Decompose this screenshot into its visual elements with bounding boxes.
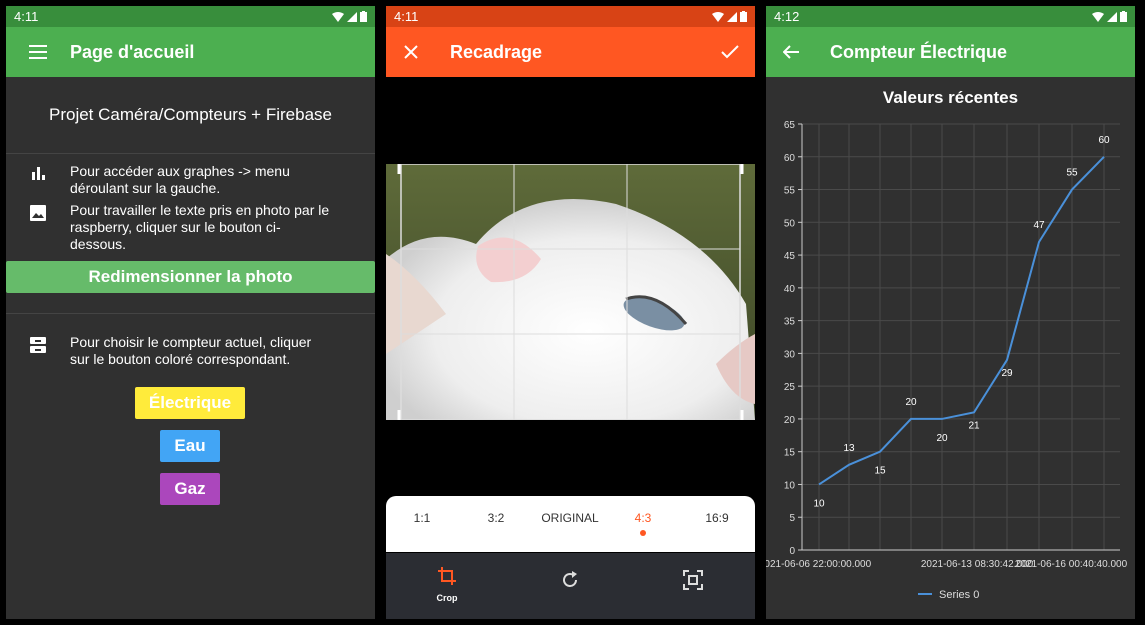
info-photo-text: Pour travailler le texte pris en photo p… xyxy=(70,202,330,252)
x-tick-label: 2021-06-16 00:40:40.000 xyxy=(1015,559,1128,570)
y-tick-label: 0 xyxy=(789,546,795,557)
app-bar: Recadrage xyxy=(386,27,755,77)
inbox-icon xyxy=(30,337,46,353)
data-label: 21 xyxy=(968,420,980,431)
app-bar: Page d'accueil xyxy=(6,27,375,77)
crop-icon xyxy=(438,567,456,585)
resize-photo-button[interactable]: Redimensionner la photo xyxy=(6,261,375,293)
y-tick-label: 50 xyxy=(784,218,796,229)
x-tick-label: 2021-06-06 22:00:00.000 xyxy=(766,559,872,570)
wifi-icon xyxy=(1092,11,1104,22)
chart-title: Valeurs récentes xyxy=(882,88,1019,107)
check-icon[interactable] xyxy=(705,45,755,59)
electric-button[interactable]: Électrique xyxy=(135,387,245,419)
rotate-icon[interactable] xyxy=(560,570,580,590)
ratio-original[interactable]: ORIGINAL xyxy=(541,511,598,525)
y-tick-label: 55 xyxy=(784,186,796,197)
gas-button[interactable]: Gaz xyxy=(160,473,220,505)
data-label: 29 xyxy=(1001,368,1013,379)
selected-dot xyxy=(640,530,646,536)
crop-toolbar: Crop xyxy=(386,553,755,619)
app-bar: Compteur Électrique xyxy=(766,27,1135,77)
status-bar: 4:11 xyxy=(386,6,755,27)
status-time: 4:11 xyxy=(394,9,419,24)
crop-label: Crop xyxy=(436,593,458,603)
ratio-4-3[interactable]: 4:3 xyxy=(635,511,652,525)
y-tick-label: 20 xyxy=(784,415,796,426)
divider xyxy=(6,153,375,154)
back-arrow-icon[interactable] xyxy=(766,45,816,59)
data-label: 10 xyxy=(813,498,825,509)
crop-screen: 4:11 Recadrage 1:1 3:2 ORIGINAL 4:3 16:9… xyxy=(386,6,755,619)
ratio-16-9[interactable]: 16:9 xyxy=(705,511,728,525)
page-title: Page d'accueil xyxy=(70,41,195,62)
data-label: 15 xyxy=(874,466,886,477)
info-graphs-row: Pour accéder aux graphes -> menu déroula… xyxy=(6,163,375,197)
wifi-icon xyxy=(712,11,724,22)
y-tick-label: 15 xyxy=(784,448,796,459)
status-time: 4:12 xyxy=(774,9,800,24)
data-label: 47 xyxy=(1033,220,1045,231)
y-tick-label: 10 xyxy=(784,480,796,491)
data-label: 20 xyxy=(905,397,917,408)
bar-chart-icon xyxy=(32,167,45,180)
electric-counter-screen: 4:12 Compteur Électrique Valeurs récente… xyxy=(766,6,1135,619)
signal-icon xyxy=(347,11,357,22)
divider xyxy=(6,313,375,314)
y-tick-label: 40 xyxy=(784,284,796,295)
battery-icon xyxy=(1120,11,1127,22)
signal-icon xyxy=(1107,11,1117,22)
close-icon[interactable] xyxy=(386,45,436,59)
data-label: 20 xyxy=(936,433,948,444)
ratio-1-1[interactable]: 1:1 xyxy=(414,511,431,525)
ratio-3-2[interactable]: 3:2 xyxy=(488,511,505,525)
status-bar: 4:11 xyxy=(6,6,375,27)
y-tick-label: 25 xyxy=(784,382,796,393)
data-label: 13 xyxy=(843,443,855,454)
y-tick-label: 45 xyxy=(784,251,796,262)
crop-tool[interactable]: Crop xyxy=(426,567,468,603)
page-title: Compteur Électrique xyxy=(830,41,1008,62)
menu-icon[interactable] xyxy=(6,45,70,59)
water-button[interactable]: Eau xyxy=(160,430,220,462)
signal-icon xyxy=(727,11,737,22)
data-label: 55 xyxy=(1066,168,1078,179)
y-tick-label: 30 xyxy=(784,349,796,360)
status-time: 4:11 xyxy=(14,9,39,24)
crop-frame[interactable] xyxy=(386,164,755,420)
info-graphs-text: Pour accéder aux graphes -> menu déroula… xyxy=(70,163,290,196)
info-counter-text: Pour choisir le compteur actuel, cliquer… xyxy=(70,334,312,367)
project-heading: Projet Caméra/Compteurs + Firebase xyxy=(49,105,332,124)
info-photo-row: Pour travailler le texte pris en photo p… xyxy=(6,202,375,253)
status-bar: 4:12 xyxy=(766,6,1135,27)
page-title: Recadrage xyxy=(450,41,543,62)
image-icon xyxy=(30,205,46,221)
aspect-ratio-bar: 1:1 3:2 ORIGINAL 4:3 16:9 xyxy=(386,496,755,552)
line-chart: 0 5 10 15 20 25 30 35 40 45 50 55 60 65 2021-06-06 22:… xyxy=(766,120,1128,601)
info-counter-row: Pour choisir le compteur actuel, cliquer… xyxy=(6,334,375,368)
y-tick-label: 65 xyxy=(784,120,796,131)
data-label: 60 xyxy=(1098,135,1110,146)
fit-screen-icon[interactable] xyxy=(683,570,703,590)
y-tick-label: 60 xyxy=(784,153,796,164)
wifi-icon xyxy=(332,11,344,22)
y-tick-label: 35 xyxy=(784,317,796,328)
battery-icon xyxy=(740,11,747,22)
y-tick-label: 5 xyxy=(789,513,795,524)
home-screen: 4:11 Page d'accueil Projet Caméra/Compte… xyxy=(6,6,375,619)
legend-label: Series 0 xyxy=(939,589,979,601)
battery-icon xyxy=(360,11,367,22)
